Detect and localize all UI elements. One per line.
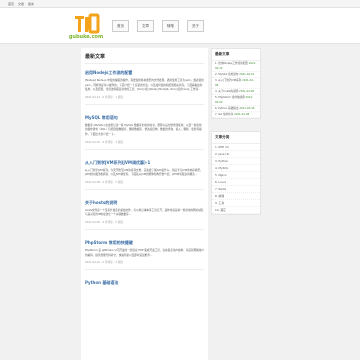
- article-meta: 2021-04-10 · 0 条评论 · 3 阅读: [85, 140, 123, 144]
- site-logo[interactable]: gubuke.com: [66, 10, 106, 42]
- article-title[interactable]: MySQL 常用语句: [85, 115, 204, 121]
- nav-about[interactable]: 关于: [187, 20, 204, 32]
- article-title[interactable]: 从入门到学JVM系列(JVM调优篇)-1: [85, 160, 204, 166]
- box-title: 文章分类: [212, 132, 260, 144]
- recent-post-date: 2021-03-30: [239, 107, 255, 110]
- article-meta: 2021-04-02 · 0 条评论 · 4 阅读: [85, 261, 123, 265]
- main-nav: 首页 文章 随笔 关于: [112, 20, 212, 32]
- nav-notes[interactable]: 随笔: [162, 20, 179, 32]
- list-item: 关于hosts的说明 hosts文件是一个没有扩展名的系统文件，可以用记事本等工…: [85, 200, 204, 230]
- category-item[interactable]: 4. MySQL: [212, 165, 260, 172]
- sidebar: 最新文章 1. 启用Nodejs工作流的配置 2021-04-12 2. MyS…: [211, 48, 261, 227]
- top-bar: 首页 文章 留言: [0, 0, 360, 8]
- categories-box: 文章分类 1. PHP (3) 2. Java (2) 3. Python 4.…: [211, 131, 261, 215]
- list-item: 从入门到学JVM系列(JVM调优篇)-1 从入门到学JVM系列，今天开始写JVM…: [85, 160, 204, 190]
- article-excerpt: [Nodejs] Node.js 中使用编辑的操作，需要使用各种类型的文件处理，…: [85, 79, 204, 92]
- recent-post[interactable]: 7. Git 常用命令 2021-03-28: [212, 112, 260, 118]
- nav-home[interactable]: 首页: [112, 20, 129, 32]
- category-item[interactable]: 2. Java (2): [212, 151, 260, 158]
- recent-post[interactable]: 5. PhpStorm 常用快捷键 2021-04-02: [212, 95, 260, 106]
- list-item: Python 基础语法: [85, 280, 204, 286]
- article-meta: 2021-04-05 · 0 条评论 · 5 阅读: [85, 220, 123, 224]
- recent-post-date: 2021-03-28: [234, 113, 250, 116]
- recent-post-date: 2021-04-05: [239, 90, 255, 93]
- recent-posts-box: 最新文章 1. 启用Nodejs工作流的配置 2021-04-12 2. MyS…: [211, 48, 261, 119]
- divider: [85, 269, 204, 271]
- box-title: 最新文章: [212, 49, 260, 61]
- site-header: gubuke.com 首页 文章 随笔 关于: [0, 8, 360, 44]
- category-item[interactable]: 3. Python: [212, 158, 260, 165]
- article-excerpt: PhpStorm 是 JetBrains 公司开发的一款商业 PHP 集成开发工…: [85, 248, 204, 257]
- article-title[interactable]: PhpStorm 常用的快捷键: [85, 240, 204, 246]
- article-excerpt: hosts文件是一个没有扩展名的系统文件，可以用记事本等工具打开，其作用就是将一…: [85, 208, 204, 217]
- list-item: 启用Nodejs工作流的配置 [Nodejs] Node.js 中使用编辑的操作…: [85, 70, 204, 105]
- logo-domain: gubuke.com: [68, 34, 104, 40]
- logo-icon: [75, 13, 100, 34]
- category-item[interactable]: 1. PHP (3): [212, 144, 260, 151]
- category-item[interactable]: 5. Nginx: [212, 172, 260, 179]
- article-meta: 2021-04-12 · 0 条评论 · 1 阅读: [85, 95, 123, 99]
- recent-post-date: 2021-04-10: [239, 73, 255, 76]
- divider: [85, 188, 204, 190]
- recent-post-title[interactable]: 7. Git 常用命令: [215, 113, 233, 116]
- list-item: MySQL 常用语句 数据库 [MySQL] 在这里记录一些 MySQL 数据库…: [85, 115, 204, 150]
- recent-post-title[interactable]: 1. 启用Nodejs工作流的配置: [215, 62, 248, 65]
- list-item: PhpStorm 常用的快捷键 PhpStorm 是 JetBrains 公司开…: [85, 240, 204, 271]
- article-meta: 2021-04-08 · 0 条评论 · 2 阅读: [85, 180, 123, 184]
- article-list: 最新文章 启用Nodejs工作流的配置 [Nodejs] Node.js 中使用…: [81, 48, 208, 360]
- article-excerpt: 从入门到学JVM系列，今天开始写JVM的系列文章，首先要了解JVM是什么，然后学…: [85, 168, 203, 177]
- recent-post[interactable]: 1. 启用Nodejs工作流的配置 2021-04-12: [212, 61, 260, 72]
- category-item[interactable]: 8. 前端: [212, 193, 260, 200]
- category-item[interactable]: 7. Redis: [212, 186, 260, 193]
- category-item[interactable]: 9. 工具: [212, 200, 260, 207]
- section-title: 最新文章: [85, 53, 204, 64]
- recent-post-title[interactable]: 4. 关于hosts的说明: [215, 90, 238, 93]
- top-link[interactable]: 首页: [8, 2, 14, 6]
- article-title[interactable]: 启用Nodejs工作流的配置: [85, 70, 204, 76]
- article-title[interactable]: Python 基础语法: [85, 280, 204, 286]
- recent-post-title[interactable]: 6. Python 基础语法: [215, 107, 239, 110]
- category-item[interactable]: 10. 其它: [212, 207, 260, 214]
- category-item[interactable]: 6. Linux: [212, 179, 260, 186]
- divider: [85, 228, 204, 230]
- recent-post-title[interactable]: 2. MySQL 常用语句: [215, 73, 238, 76]
- divider: [85, 103, 204, 105]
- article-title[interactable]: 关于hosts的说明: [85, 200, 204, 206]
- article-excerpt: 数据库 [MySQL] 在这里记录一些 MySQL 数据库的常用命令，整理以后方…: [85, 123, 202, 136]
- recent-post[interactable]: 3. 从入门到学JVM系列 2021-04-08: [212, 78, 260, 89]
- recent-post-title[interactable]: 3. 从入门到学JVM系列: [215, 79, 241, 82]
- recent-post-title[interactable]: 5. PhpStorm 常用快捷键: [215, 96, 245, 99]
- top-link[interactable]: 留言: [28, 2, 34, 6]
- nav-articles[interactable]: 文章: [137, 20, 154, 32]
- top-link[interactable]: 文章: [18, 2, 24, 6]
- divider: [85, 148, 204, 150]
